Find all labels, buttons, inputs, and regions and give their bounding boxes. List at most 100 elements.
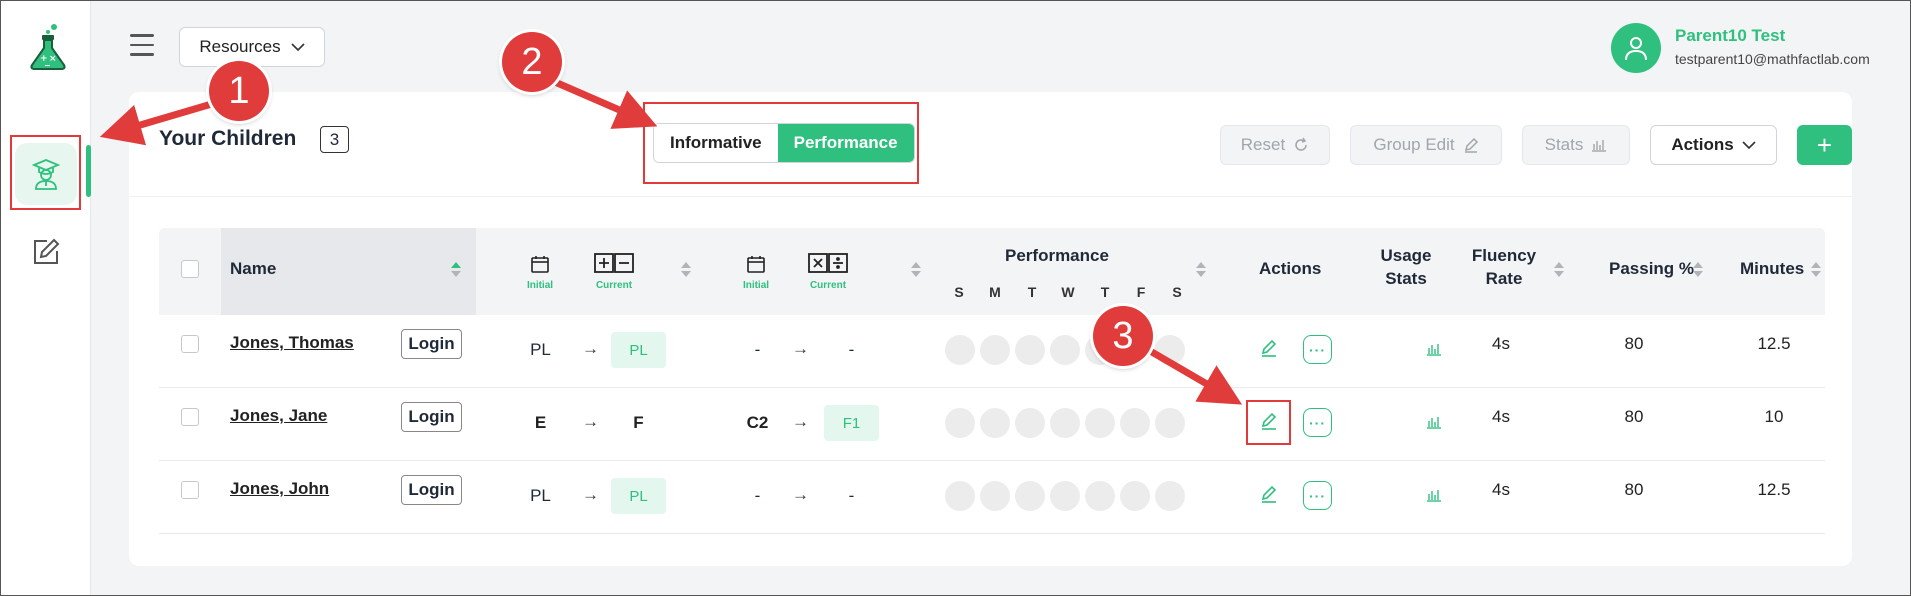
more-options-button[interactable]: ··· <box>1303 335 1332 364</box>
row-checkbox[interactable] <box>181 408 199 426</box>
passing-sort-icon[interactable] <box>1693 262 1703 280</box>
table-row: Jones, John Login PL → PL - → - ··· 4s 8… <box>159 461 1825 534</box>
addition-initial-level: E <box>534 413 547 432</box>
flask-logo-icon[interactable]: + × − <box>27 23 69 71</box>
addition-initial-level: PL <box>530 340 551 359</box>
usage-stats-header: Usage Stats <box>1376 246 1436 289</box>
performance-day-circle <box>1050 481 1080 511</box>
login-button[interactable]: Login <box>401 402 462 432</box>
day-label: M <box>989 284 1001 300</box>
day-label: S <box>954 284 964 300</box>
usage-stats-icon[interactable] <box>1426 342 1442 356</box>
addition-current-level: F <box>633 413 644 432</box>
performance-day-circle <box>945 408 975 438</box>
menu-icon[interactable] <box>130 34 154 56</box>
multiplication-initial-level: - <box>754 340 761 359</box>
login-button[interactable]: Login <box>401 329 462 359</box>
performance-day-circle <box>1155 481 1185 511</box>
active-nav-indicator <box>86 145 91 197</box>
user-email: testparent10@mathfactlab.com <box>1675 51 1870 67</box>
performance-day-circle <box>1015 481 1045 511</box>
passing-value: 80 <box>1624 407 1644 426</box>
performance-day-circle <box>1120 408 1150 438</box>
performance-header: Performance <box>1005 246 1109 265</box>
page-title: Your Children <box>159 127 297 150</box>
login-button[interactable]: Login <box>401 475 462 505</box>
calendar-icon <box>747 256 765 273</box>
multiplication-initial-level: C2 <box>746 413 769 432</box>
addition-sort-icon[interactable] <box>681 262 691 280</box>
annotation-marker-3: 3 <box>1093 306 1153 366</box>
performance-day-circle <box>1155 408 1185 438</box>
multiplication-current-level: F1 <box>824 405 879 441</box>
performance-sort-icon[interactable] <box>1196 262 1206 280</box>
passing-value: 80 <box>1624 480 1644 499</box>
usage-stats-icon[interactable] <box>1426 415 1442 429</box>
add-child-button[interactable]: + <box>1797 125 1852 165</box>
annotation-marker-1: 1 <box>209 61 269 121</box>
fluency-header-line2: Rate <box>1485 269 1523 288</box>
stats-label: Stats <box>1544 135 1584 154</box>
minutes-value: 10 <box>1764 407 1784 426</box>
usage-header-line1: Usage <box>1380 246 1432 265</box>
passing-header[interactable]: Passing % <box>1609 259 1694 279</box>
chevron-down-icon <box>291 42 305 51</box>
minutes-header[interactable]: Minutes <box>1740 259 1804 279</box>
resources-dropdown[interactable]: Resources <box>179 27 325 67</box>
edit-pencil-icon[interactable] <box>1260 339 1278 357</box>
actions-label: Actions <box>1671 135 1734 154</box>
day-label: F <box>1136 284 1146 300</box>
select-all-checkbox[interactable] <box>181 260 199 278</box>
day-label: S <box>1172 284 1182 300</box>
highlight-box-sidebar <box>10 135 81 210</box>
row-checkbox[interactable] <box>181 335 199 353</box>
group-edit-label: Group Edit <box>1373 135 1455 154</box>
multiplication-current-level: - <box>848 486 855 505</box>
minutes-sort-icon[interactable] <box>1811 262 1821 280</box>
child-name-link[interactable]: Jones, John <box>230 479 329 499</box>
fluency-rate-header[interactable]: Fluency Rate <box>1469 246 1539 289</box>
row-checkbox[interactable] <box>181 481 199 499</box>
performance-day-circle <box>1085 481 1115 511</box>
name-sort-icon[interactable] <box>451 262 461 280</box>
performance-day-circle <box>1120 481 1150 511</box>
annotation-marker-2: 2 <box>502 32 562 92</box>
performance-day-circle <box>1050 408 1080 438</box>
actions-header: Actions <box>1259 259 1322 278</box>
multiplication-sort-icon[interactable] <box>911 262 921 280</box>
addition-current-level: PL <box>611 332 666 368</box>
more-options-button[interactable]: ··· <box>1303 481 1332 510</box>
arrow-right-icon: → <box>792 339 809 358</box>
addition-current-label: Current <box>595 280 633 291</box>
card-divider <box>129 196 1852 197</box>
child-name-link[interactable]: Jones, Jane <box>230 406 327 426</box>
group-edit-button[interactable]: Group Edit <box>1350 125 1502 165</box>
fluency-sort-icon[interactable] <box>1554 262 1564 280</box>
performance-day-circle <box>1085 408 1115 438</box>
user-name: Parent10 Test <box>1675 26 1786 45</box>
performance-day-circle <box>1015 408 1045 438</box>
performance-day-circle <box>1050 335 1080 365</box>
child-name-link[interactable]: Jones, Thomas <box>230 333 354 353</box>
multiplication-current-label: Current <box>809 280 847 291</box>
actions-dropdown[interactable]: Actions <box>1650 125 1777 165</box>
addition-initial-level: PL <box>530 486 551 505</box>
name-header[interactable]: Name <box>230 259 276 279</box>
sidebar-item-edit[interactable] <box>15 221 77 283</box>
refresh-icon <box>1295 137 1307 151</box>
user-avatar[interactable] <box>1611 23 1661 73</box>
resources-label: Resources <box>199 37 281 56</box>
bar-chart-icon <box>1592 140 1607 152</box>
reset-button[interactable]: Reset <box>1220 125 1330 165</box>
user-icon <box>1625 37 1647 61</box>
fluency-rate-value: 4s <box>1492 334 1510 353</box>
more-options-button[interactable]: ··· <box>1303 408 1332 437</box>
arrow-right-icon: → <box>582 485 599 504</box>
performance-day-circle <box>945 335 975 365</box>
edit-pencil-icon[interactable] <box>1260 485 1278 503</box>
performance-day-circle <box>1015 335 1045 365</box>
fluency-rate-value: 4s <box>1492 407 1510 426</box>
stats-button[interactable]: Stats <box>1522 125 1630 165</box>
usage-stats-icon[interactable] <box>1426 488 1442 502</box>
day-label: T <box>1027 284 1037 300</box>
